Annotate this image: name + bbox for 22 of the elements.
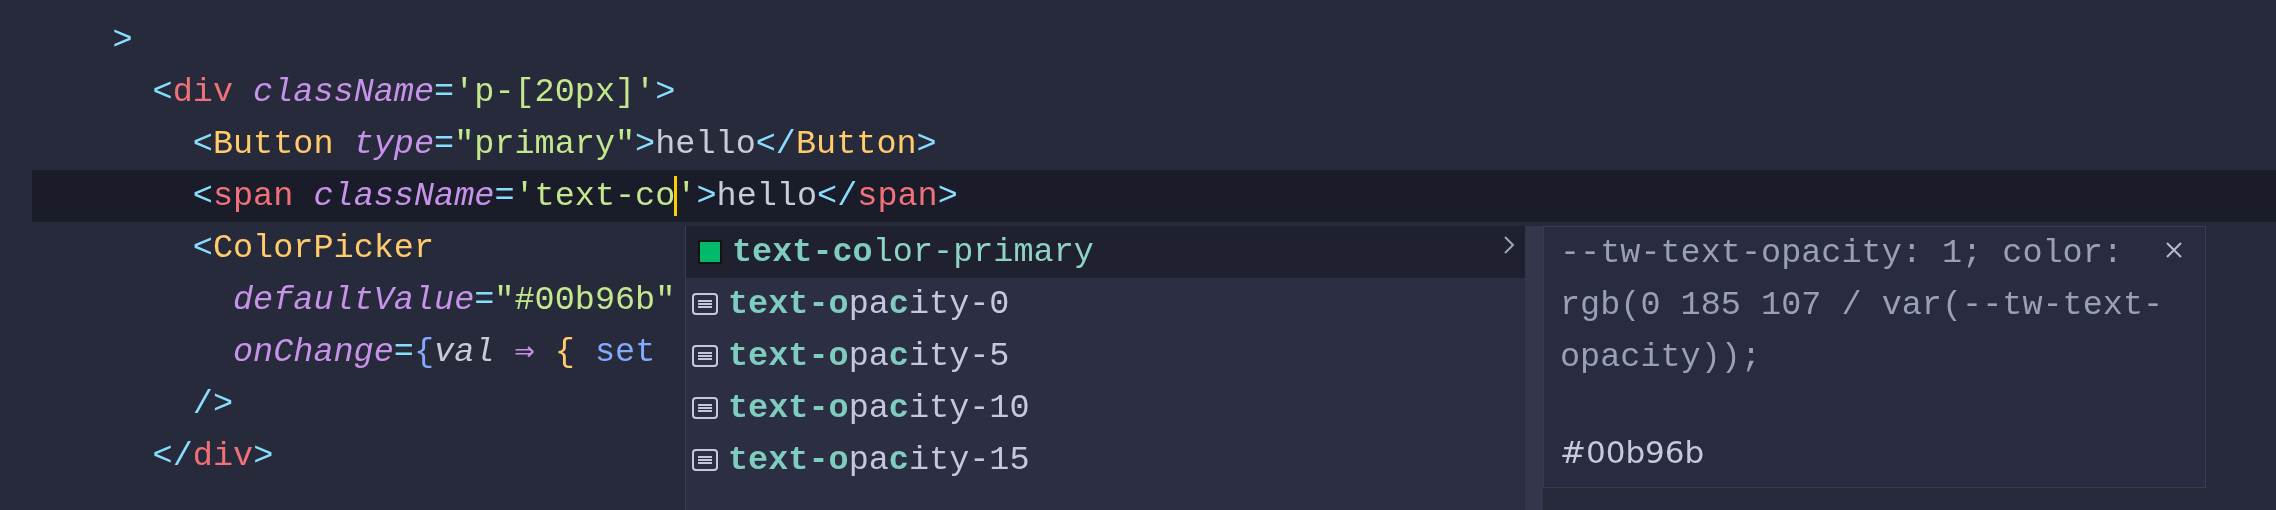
code-line: onChange={val ⇒ { set [232, 332, 656, 373]
suggestion-item[interactable]: text-opacity-10 [686, 382, 1525, 434]
text-lines-icon [692, 345, 718, 367]
text-lines-icon [692, 449, 718, 471]
suggestion-item[interactable]: text-opacity-15 [686, 434, 1525, 486]
code-line: <Button type="primary">hello</Button> [191, 124, 937, 165]
scrollbar[interactable] [1525, 226, 1543, 510]
suggestion-item[interactable]: text-opacity-5 [686, 330, 1525, 382]
suggestion-item[interactable]: text-color-primary [686, 226, 1525, 278]
css-declaration: --tw-text-opacity: 1; color: rgb(0 185 107 / var(--tw-text-opacity)); [1560, 233, 2165, 378]
code-line: > [111, 20, 133, 61]
code-line: <ColorPicker [191, 228, 435, 269]
color-value: #00b96b [1560, 433, 1705, 472]
text-lines-icon [692, 397, 718, 419]
suggestion-item[interactable]: text-opacity-0 [686, 278, 1525, 330]
code-line: /> [191, 384, 233, 425]
chevron-icon[interactable] [1503, 235, 1515, 255]
text-lines-icon [692, 293, 718, 315]
code-line: <div className='p-[20px]'> [151, 72, 676, 113]
code-line: defaultValue="#00b96b" [232, 280, 676, 321]
code-line: </div> [151, 436, 274, 477]
close-icon[interactable] [2165, 241, 2183, 259]
